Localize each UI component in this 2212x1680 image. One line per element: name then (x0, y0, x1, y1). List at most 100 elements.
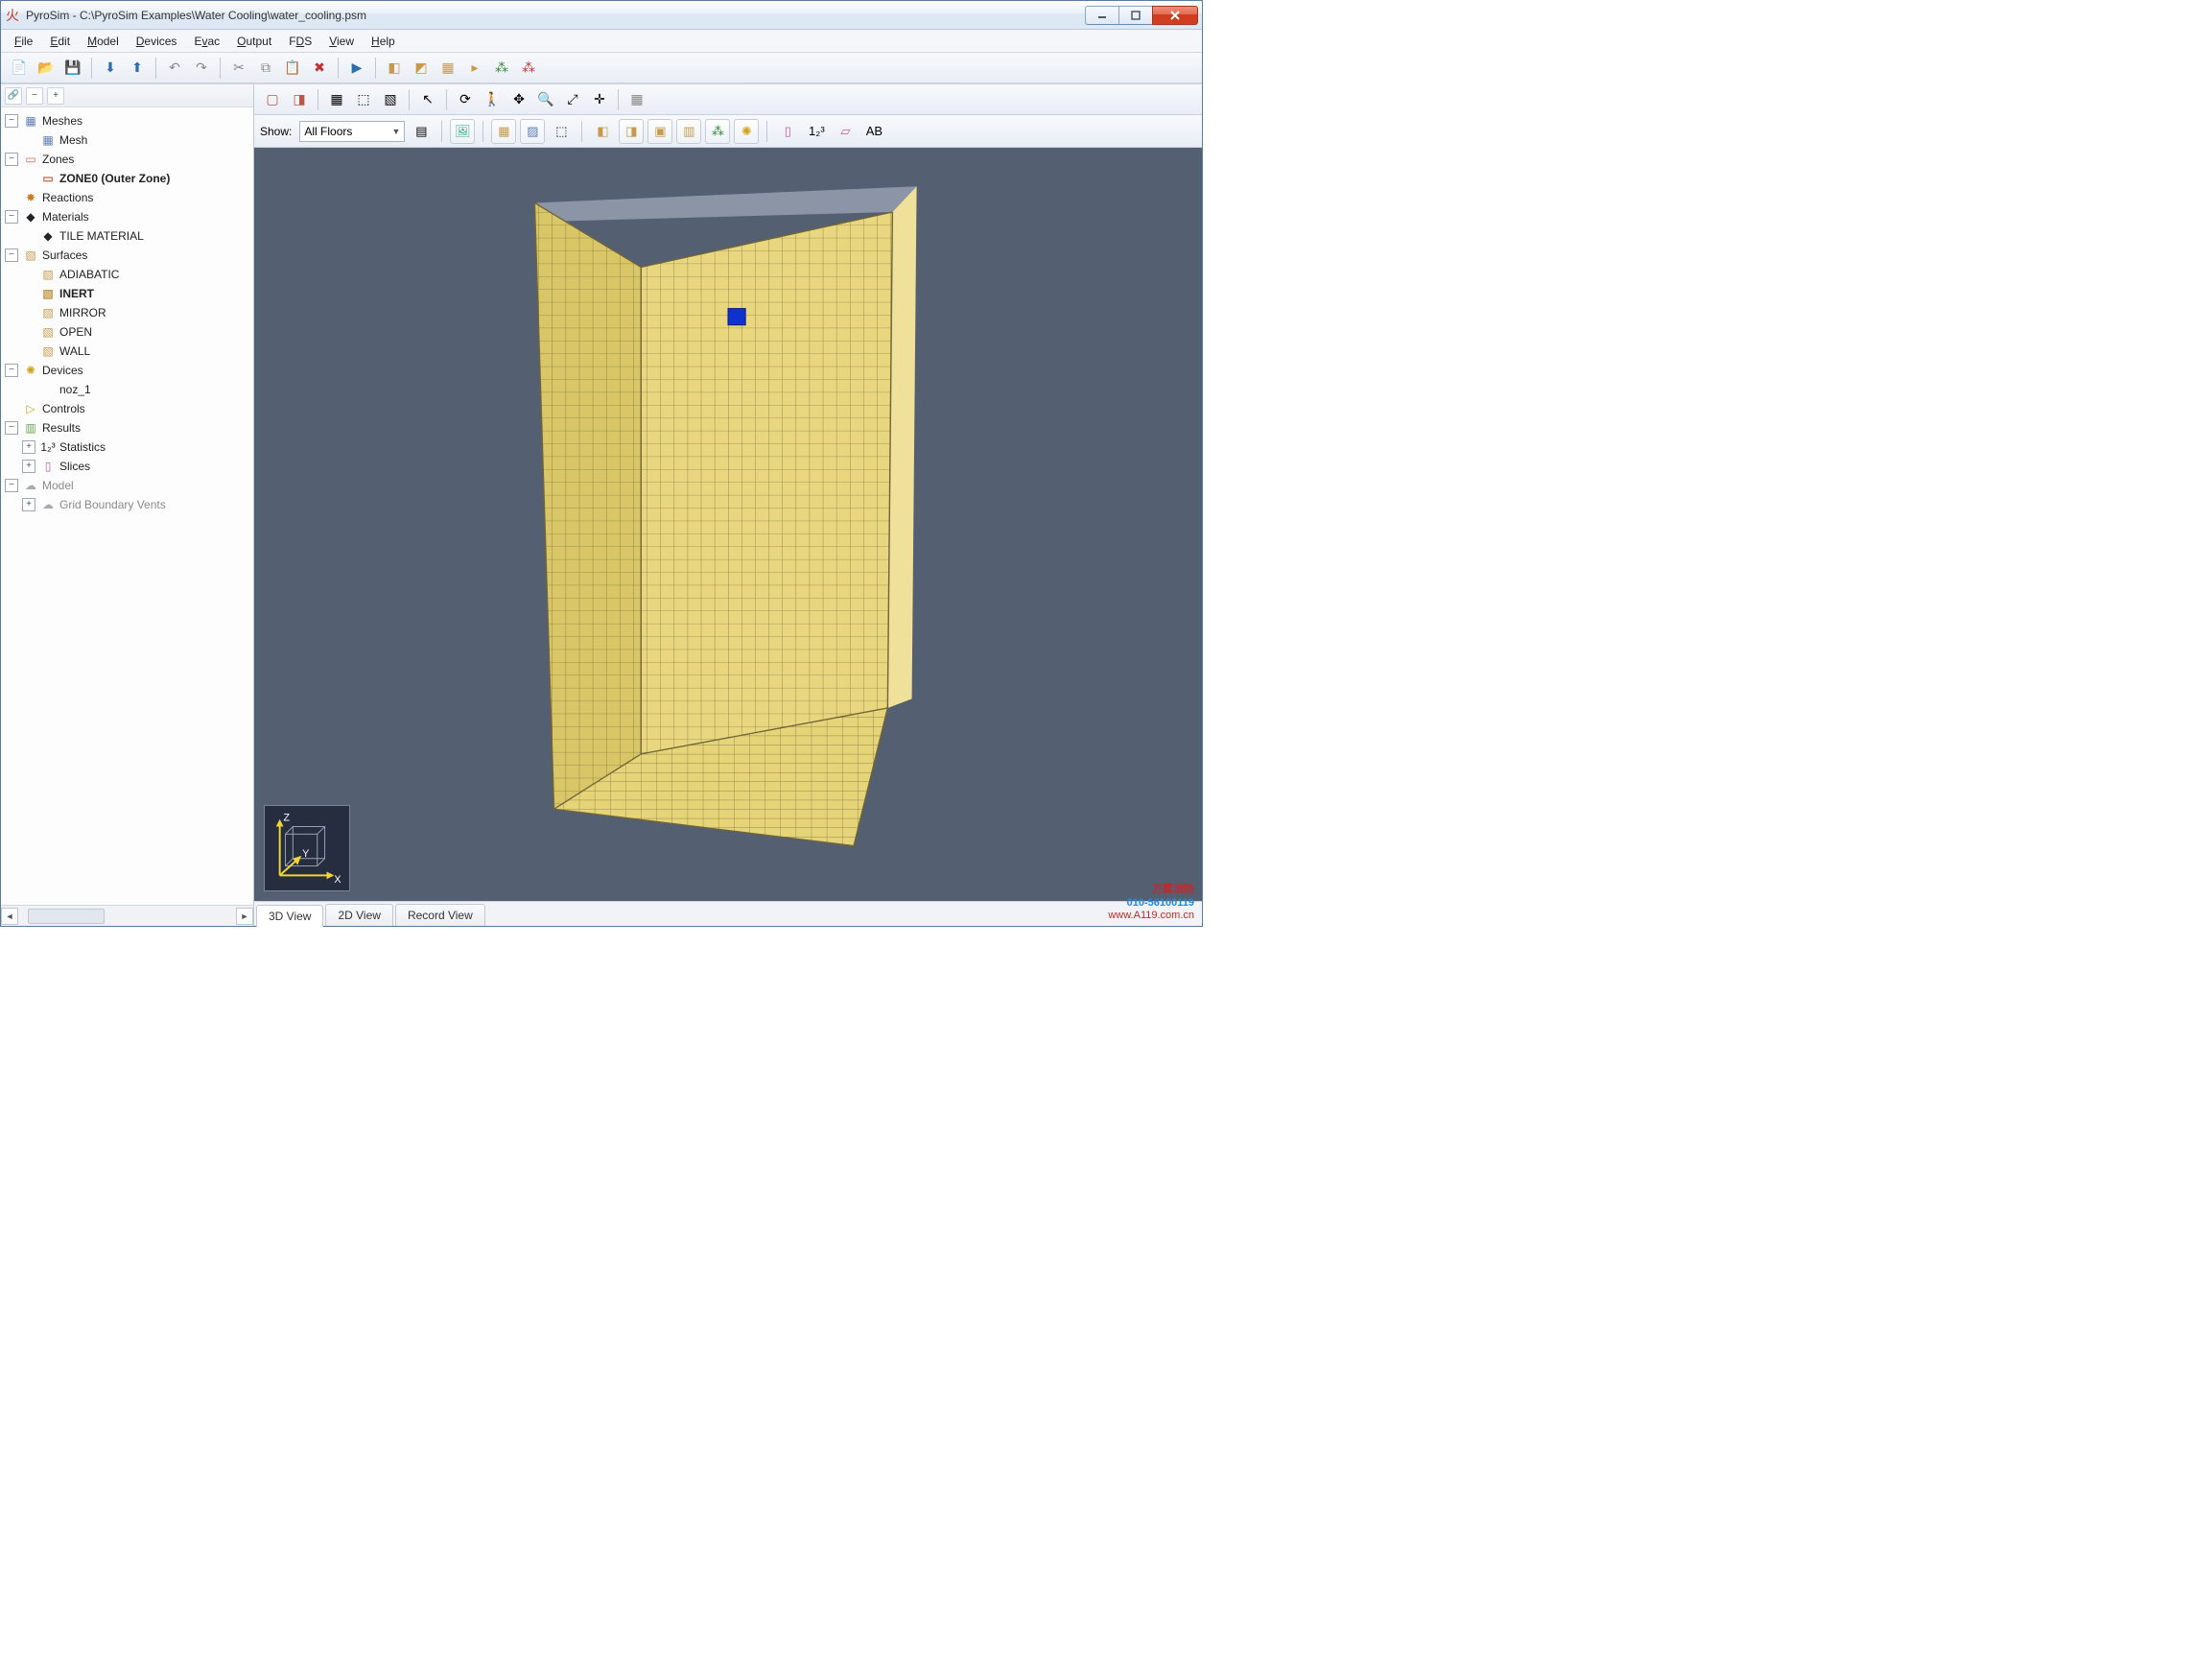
orbit-button[interactable]: ⟳ (453, 87, 478, 112)
import-button[interactable]: ⬇ (98, 56, 123, 81)
tab-record-view[interactable]: Record View (395, 904, 485, 926)
pan-button[interactable]: ✥ (506, 87, 531, 112)
tree-node-open[interactable]: ▧OPEN (3, 322, 251, 342)
show-mesh-button[interactable]: ▦ (491, 119, 516, 144)
close-button[interactable] (1152, 6, 1198, 25)
tree-node-wall[interactable]: ▧WALL (3, 342, 251, 361)
show-bounds-button[interactable]: ▱ (833, 119, 858, 144)
menu-help[interactable]: Help (364, 32, 403, 51)
tree-node-model[interactable]: −☁Model (3, 476, 251, 495)
tree-node-zones[interactable]: −▭Zones (3, 150, 251, 169)
paste-button[interactable]: 📋 (280, 56, 305, 81)
tab-2d-view[interactable]: 2D View (325, 904, 392, 926)
tree-node-results[interactable]: −▥Results (3, 418, 251, 438)
tool-e-button[interactable]: ⁂ (489, 56, 514, 81)
menu-devices[interactable]: Devices (129, 32, 185, 51)
tab-3d-view[interactable]: 3D View (256, 905, 323, 927)
undo-button[interactable]: ↶ (162, 56, 187, 81)
show-labels-button[interactable]: AB (861, 119, 886, 144)
open-button[interactable]: 📂 (34, 56, 59, 81)
export-button[interactable]: ⬆ (125, 56, 150, 81)
show-vent-button[interactable]: ▥ (676, 119, 701, 144)
show-mesh-solid-button[interactable]: ▨ (520, 119, 545, 144)
show-outline-button[interactable]: ⬚ (549, 119, 574, 144)
link-toggle-button[interactable]: 🔗 (5, 87, 22, 105)
tree-node-meshes[interactable]: −▦Meshes (3, 111, 251, 130)
tree-node-materials[interactable]: −◆Materials (3, 207, 251, 226)
tree-node-zone0[interactable]: ▭ZONE0 (Outer Zone) (3, 169, 251, 188)
tree-node-noz1[interactable]: noz_1 (3, 380, 251, 399)
expand-all-button[interactable]: + (47, 87, 64, 105)
tree-node-slices[interactable]: +▯Slices (3, 457, 251, 476)
show-devices-button[interactable]: ✺ (734, 119, 759, 144)
floor-selector[interactable]: All Floors ▼ (299, 121, 405, 142)
menu-evac[interactable]: Evac (186, 32, 227, 51)
show-geometry-button[interactable]: 🖼 (450, 119, 475, 144)
redo-button[interactable]: ↷ (189, 56, 214, 81)
collapse-icon[interactable]: − (5, 248, 18, 262)
zoom-button[interactable]: 🔍 (533, 87, 558, 112)
tree-node-grid-boundary-vents[interactable]: +☁Grid Boundary Vents (3, 495, 251, 514)
tree-node-mirror[interactable]: ▧MIRROR (3, 303, 251, 322)
cut-button[interactable]: ✂ (226, 56, 251, 81)
tree-node-adiabatic[interactable]: ▧ADIABATIC (3, 265, 251, 284)
menu-file[interactable]: File (7, 32, 40, 51)
floor-config-button[interactable]: ▤ (409, 119, 434, 144)
maximize-button[interactable] (1118, 6, 1153, 25)
tree-node-controls[interactable]: ▷Controls (3, 399, 251, 418)
tool-c-button[interactable]: ▦ (435, 56, 460, 81)
tree-node-devices[interactable]: −✺Devices (3, 361, 251, 380)
menu-output[interactable]: Output (229, 32, 279, 51)
walk-button[interactable]: 🚶 (480, 87, 505, 112)
scroll-right-icon[interactable]: ► (236, 908, 253, 925)
solid-button[interactable]: ◨ (287, 87, 312, 112)
tree-node-surfaces[interactable]: −▧Surfaces (3, 246, 251, 265)
show-stats-button[interactable]: 1₂³ (804, 119, 829, 144)
focus-button[interactable]: ✛ (587, 87, 612, 112)
delete-button[interactable]: ✖ (307, 56, 332, 81)
menu-edit[interactable]: Edit (42, 32, 78, 51)
collapse-icon[interactable]: − (5, 114, 18, 128)
show-obst-button[interactable]: ◧ (590, 119, 615, 144)
collapse-icon[interactable]: − (5, 421, 18, 435)
scroll-thumb[interactable] (28, 909, 105, 924)
navigator-hscroll[interactable]: ◄ ► (1, 905, 253, 926)
shade-toggle-button[interactable]: ▧ (378, 87, 403, 112)
wire-toggle-button[interactable]: ⬚ (351, 87, 376, 112)
tree-node-statistics[interactable]: +1₂³Statistics (3, 438, 251, 457)
minimize-button[interactable] (1085, 6, 1119, 25)
zoom-extents-button[interactable]: ⤢ (560, 87, 585, 112)
collapse-icon[interactable]: − (5, 479, 18, 492)
tool-b-button[interactable]: ◩ (409, 56, 434, 81)
tool-f-button[interactable]: ⁂ (516, 56, 541, 81)
expand-icon[interactable]: + (22, 498, 35, 511)
grid-snap-button[interactable]: ▦ (624, 87, 649, 112)
new-button[interactable]: 📄 (7, 56, 32, 81)
wireframe-button[interactable]: ▢ (260, 87, 285, 112)
expand-icon[interactable]: + (22, 440, 35, 454)
collapse-icon[interactable]: − (5, 364, 18, 377)
copy-button[interactable]: ⧉ (253, 56, 278, 81)
mesh-toggle-button[interactable]: ▦ (324, 87, 349, 112)
tree-node-reactions[interactable]: ✸Reactions (3, 188, 251, 207)
show-particles-button[interactable]: ⁂ (705, 119, 730, 144)
run-button[interactable]: ▶ (344, 56, 369, 81)
show-hole-button[interactable]: ▣ (647, 119, 672, 144)
select-button[interactable]: ↖ (415, 87, 440, 112)
axis-gizmo[interactable]: Z Y X (264, 805, 350, 891)
collapse-all-button[interactable]: − (26, 87, 43, 105)
menu-view[interactable]: View (321, 32, 362, 51)
viewport-3d[interactable]: Z Y X (254, 148, 1202, 901)
tree-node-inert[interactable]: ▧INERT (3, 284, 251, 303)
tool-d-button[interactable]: ▸ (462, 56, 487, 81)
tool-a-button[interactable]: ◧ (382, 56, 407, 81)
show-obst-solid-button[interactable]: ◨ (619, 119, 644, 144)
show-slices-button[interactable]: ▯ (775, 119, 800, 144)
model-tree[interactable]: −▦Meshes ▦Mesh −▭Zones ▭ZONE0 (Outer Zon… (1, 107, 253, 905)
collapse-icon[interactable]: − (5, 153, 18, 166)
scroll-left-icon[interactable]: ◄ (1, 908, 18, 925)
expand-icon[interactable]: + (22, 460, 35, 473)
tree-node-mesh[interactable]: ▦Mesh (3, 130, 251, 150)
collapse-icon[interactable]: − (5, 210, 18, 224)
menu-model[interactable]: Model (80, 32, 127, 51)
